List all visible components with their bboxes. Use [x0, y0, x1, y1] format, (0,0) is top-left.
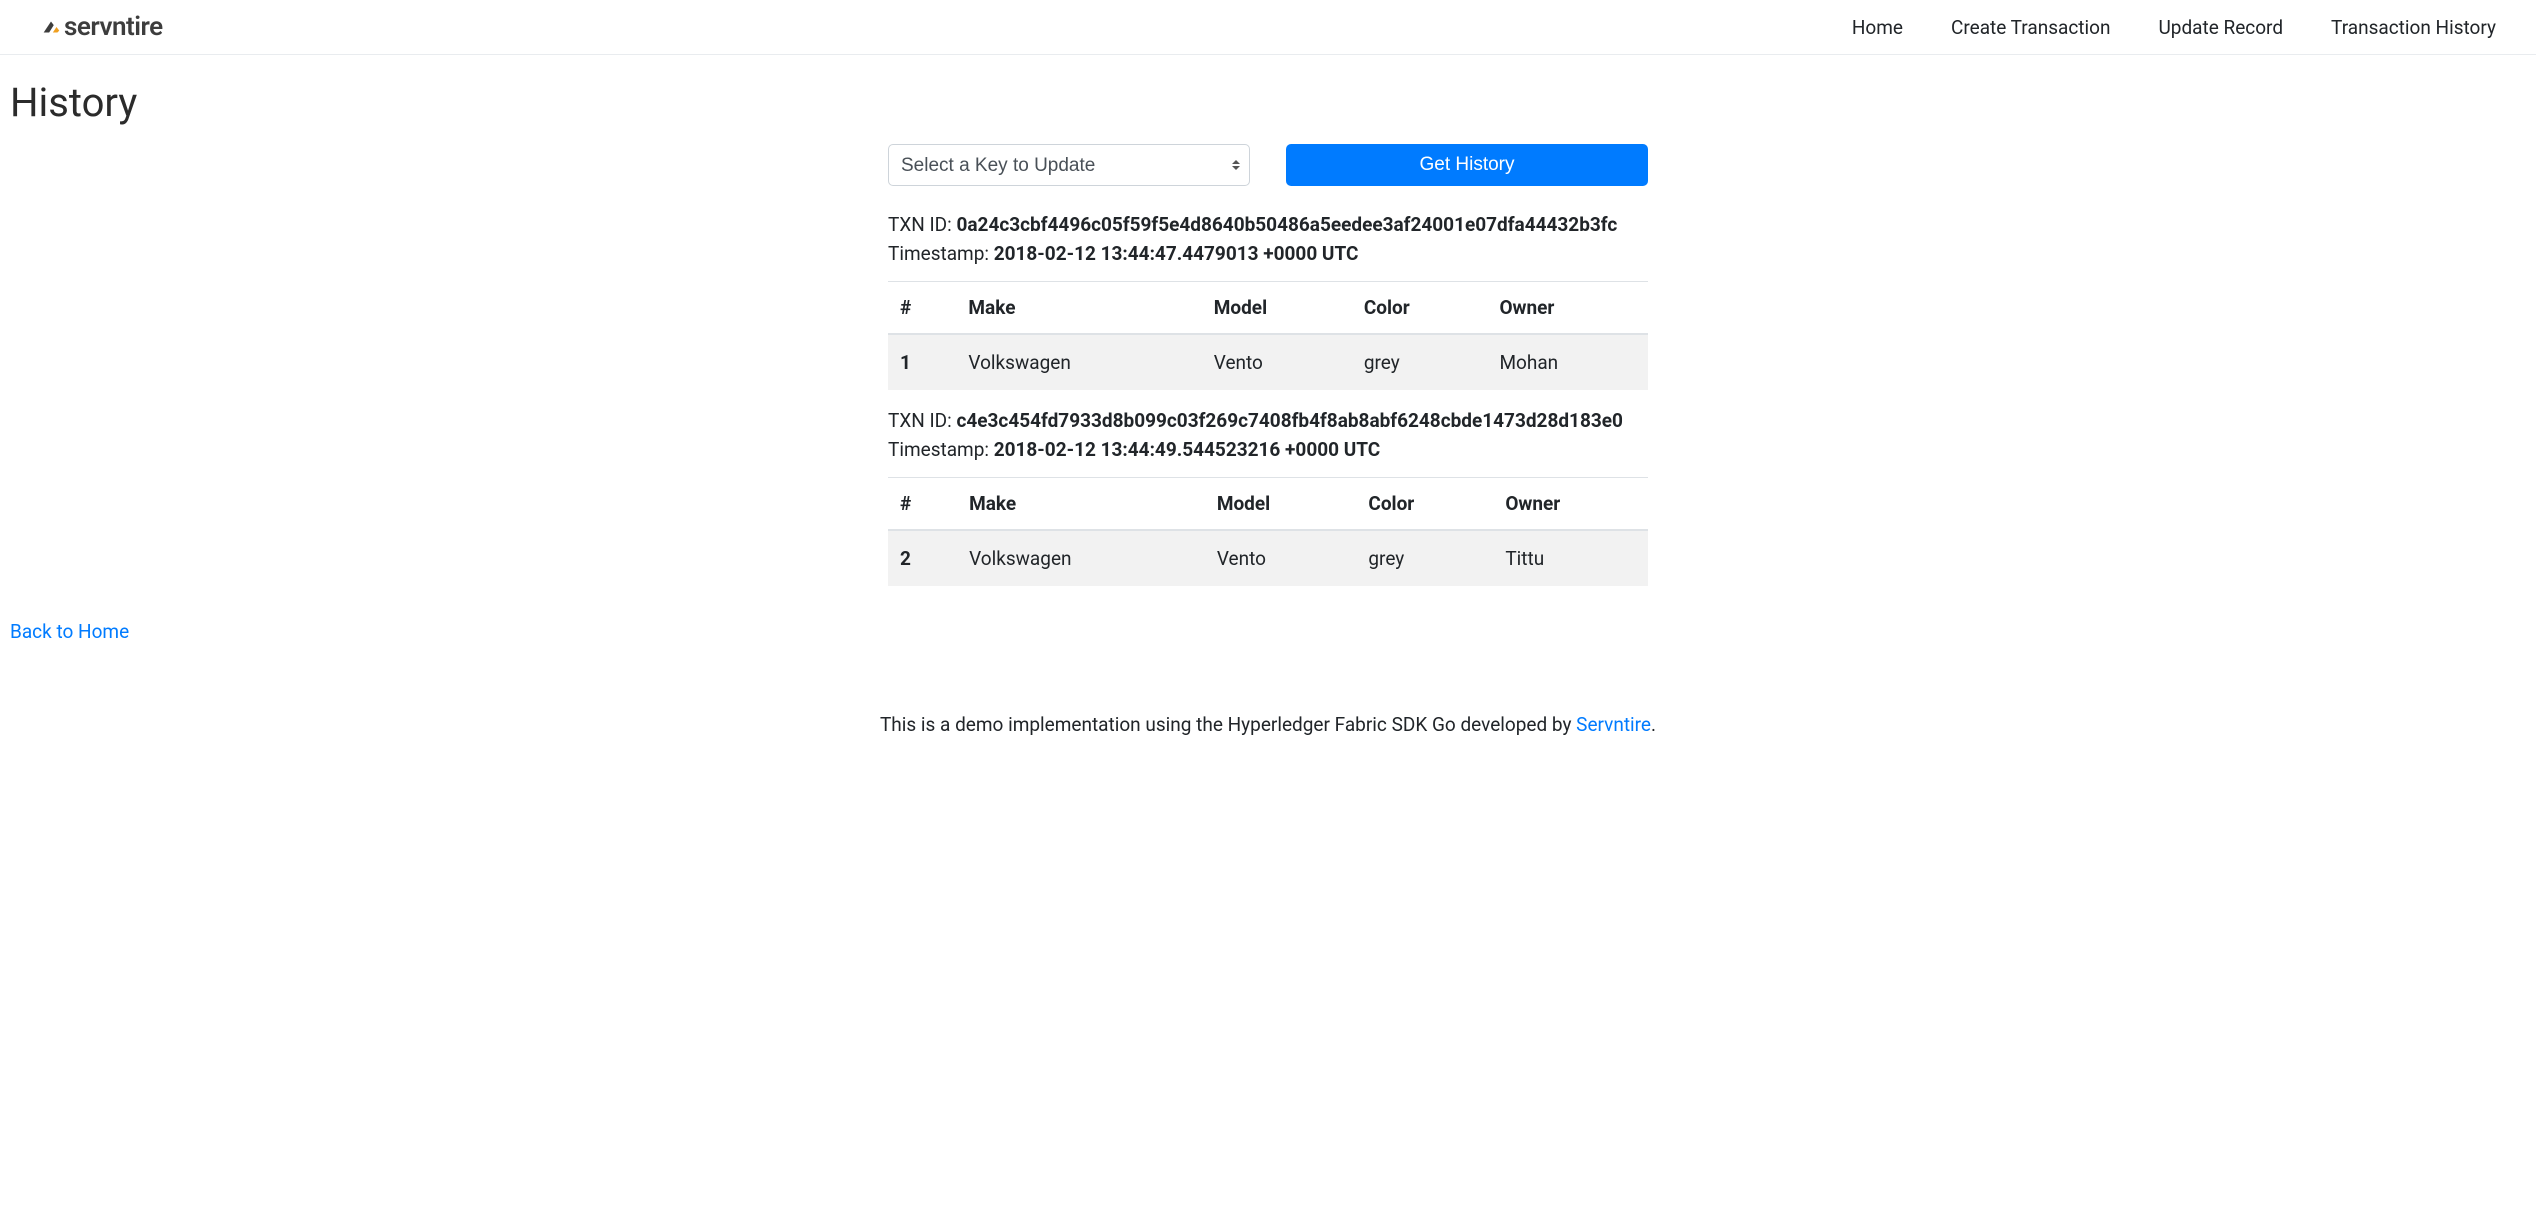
cell-color: grey [1356, 530, 1493, 586]
col-model: Model [1202, 281, 1352, 334]
footer-link[interactable]: Servntire [1576, 713, 1651, 736]
nav-create-transaction[interactable]: Create Transaction [1951, 16, 2110, 39]
footer-text-after: . [1651, 713, 1656, 736]
cell-index: 1 [888, 334, 956, 390]
nav-links: Home Create Transaction Update Record Tr… [1852, 16, 2496, 39]
txn-id-value: c4e3c454fd7933d8b099c03f269c7408fb4f8ab8… [956, 409, 1622, 432]
history-table: # Make Model Color Owner 2 Volkswagen Ve… [888, 477, 1648, 586]
transaction-block: TXN ID: 0a24c3cbf4496c05f59f5e4d8640b504… [888, 210, 1648, 390]
timestamp-value: 2018-02-12 13:44:47.4479013 +0000 UTC [994, 242, 1359, 265]
key-select[interactable]: Select a Key to Update [888, 144, 1250, 186]
col-owner: Owner [1487, 281, 1648, 334]
cell-owner: Tittu [1493, 530, 1648, 586]
brand-icon [40, 16, 62, 38]
key-select-wrap: Select a Key to Update [888, 144, 1250, 186]
nav-home[interactable]: Home [1852, 16, 1903, 39]
footer: This is a demo implementation using the … [10, 713, 2526, 766]
col-color: Color [1352, 281, 1488, 334]
footer-text-before: This is a demo implementation using the … [880, 713, 1576, 736]
col-owner: Owner [1493, 477, 1648, 530]
page-content: History Select a Key to Update Get Histo… [0, 55, 2536, 776]
brand-logo[interactable]: servntire [40, 12, 163, 42]
cell-model: Vento [1205, 530, 1357, 586]
txn-id-label: TXN ID: [888, 409, 956, 432]
nav-transaction-history[interactable]: Transaction History [2331, 16, 2496, 39]
timestamp-label: Timestamp: [888, 438, 994, 461]
txn-id-label: TXN ID: [888, 213, 956, 236]
history-table: # Make Model Color Owner 1 Volkswagen Ve… [888, 281, 1648, 390]
cell-make: Volkswagen [957, 530, 1205, 586]
cell-index: 2 [888, 530, 957, 586]
col-model: Model [1205, 477, 1357, 530]
cell-make: Volkswagen [956, 334, 1201, 390]
table-row: 1 Volkswagen Vento grey Mohan [888, 334, 1648, 390]
col-index: # [888, 477, 957, 530]
nav-update-record[interactable]: Update Record [2158, 16, 2283, 39]
cell-color: grey [1352, 334, 1488, 390]
col-index: # [888, 281, 956, 334]
col-color: Color [1356, 477, 1493, 530]
col-make: Make [957, 477, 1205, 530]
controls-row: Select a Key to Update Get History [888, 144, 1648, 186]
timestamp-label: Timestamp: [888, 242, 994, 265]
brand-name: servntire [64, 12, 163, 42]
transaction-meta: TXN ID: 0a24c3cbf4496c05f59f5e4d8640b504… [888, 210, 1648, 269]
navbar: servntire Home Create Transaction Update… [0, 0, 2536, 55]
main-area: Select a Key to Update Get History TXN I… [888, 144, 1648, 586]
page-title: History [10, 79, 2526, 126]
get-history-button[interactable]: Get History [1286, 144, 1648, 186]
table-row: 2 Volkswagen Vento grey Tittu [888, 530, 1648, 586]
timestamp-value: 2018-02-12 13:44:49.544523216 +0000 UTC [994, 438, 1381, 461]
transaction-meta: TXN ID: c4e3c454fd7933d8b099c03f269c7408… [888, 406, 1648, 465]
cell-model: Vento [1202, 334, 1352, 390]
cell-owner: Mohan [1487, 334, 1648, 390]
back-to-home-link[interactable]: Back to Home [10, 620, 129, 643]
col-make: Make [956, 281, 1201, 334]
txn-id-value: 0a24c3cbf4496c05f59f5e4d8640b50486a5eede… [956, 213, 1617, 236]
transaction-block: TXN ID: c4e3c454fd7933d8b099c03f269c7408… [888, 406, 1648, 586]
